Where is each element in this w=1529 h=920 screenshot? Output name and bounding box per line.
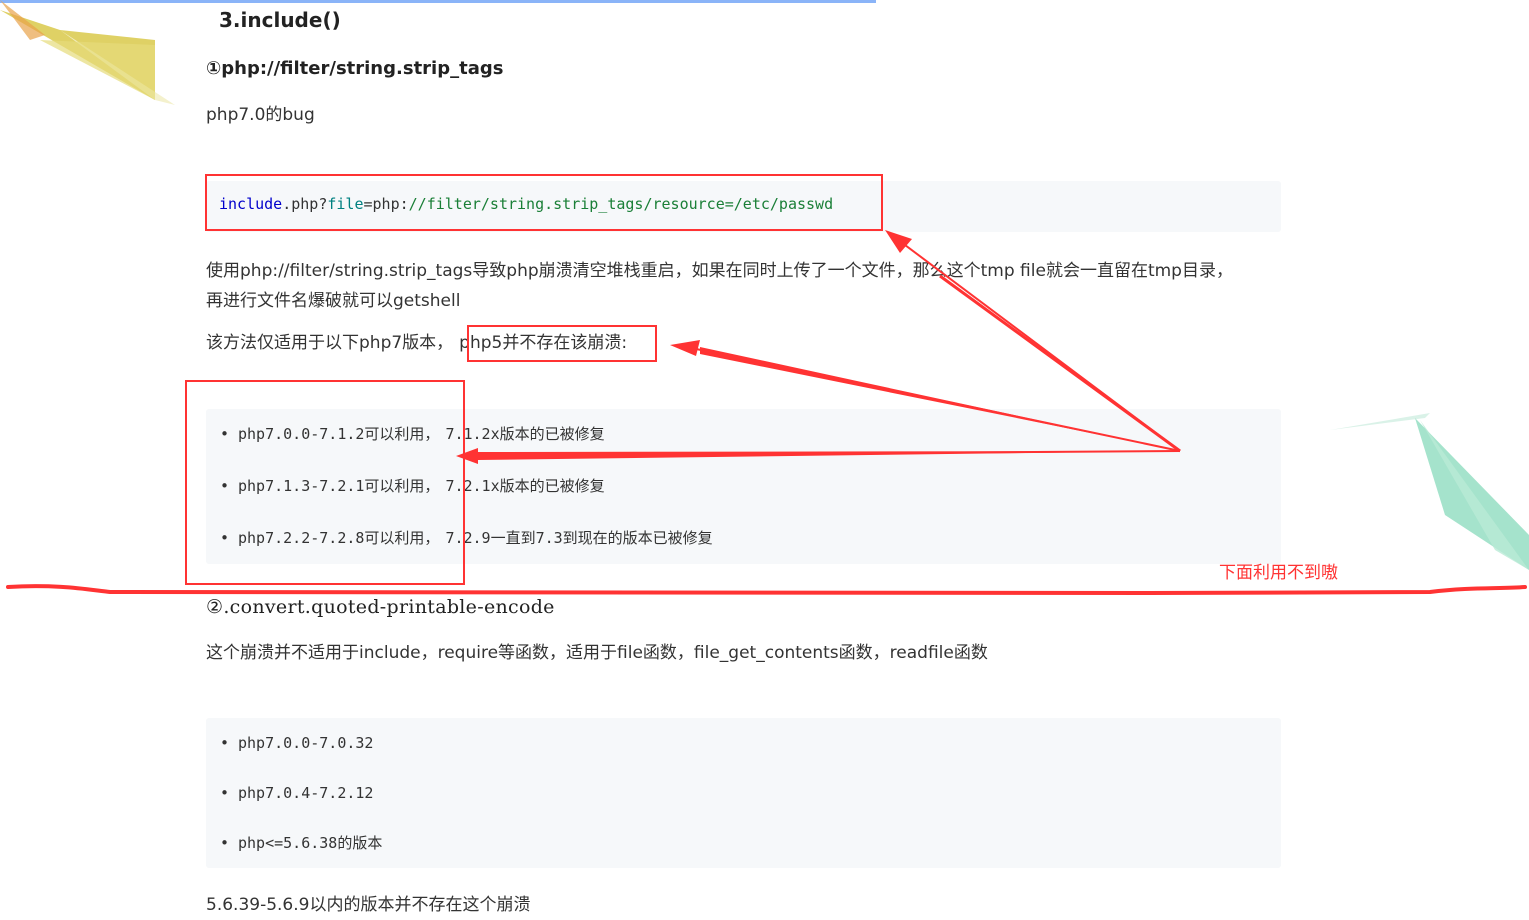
method2-desc: 这个崩溃并不适用于include，require等函数，适用于file函数，fi… (206, 643, 988, 663)
annotation-box-code (205, 174, 883, 231)
annotation-text: 下面利用不到嗷 (1219, 563, 1338, 583)
version-text: php7.0.4-7.2.12 (238, 784, 374, 802)
annotation-divider-line (6, 584, 1527, 596)
annotation-box-php5 (467, 325, 657, 362)
version-text: php7.0.0-7.0.32 (238, 734, 374, 752)
method1-heading: ①php://filter/string.strip_tags (206, 58, 504, 79)
decorative-yellow-shape (0, 0, 175, 105)
method2-footer: 5.6.39-5.6.9以内的版本并不存在这个崩溃 (206, 895, 531, 915)
annotation-box-versions (185, 380, 465, 585)
list-item: php7.0.4-7.2.12 (220, 780, 382, 830)
version-fix: 7.2.1x版本的已被修复 (445, 477, 605, 495)
annotation-arrowhead (670, 340, 700, 356)
decorative-green-shape (1330, 413, 1529, 570)
method1-desc-line2: 再进行文件名爆破就可以getshell (206, 291, 461, 311)
version-list-2: php7.0.0-7.0.32 php7.0.4-7.2.12 php<=5.6… (206, 718, 1281, 868)
method2-heading: ②.convert.quoted-printable-encode (206, 596, 555, 618)
annotation-arrowhead (885, 230, 912, 253)
version-fix: 7.1.2x版本的已被修复 (445, 425, 605, 443)
list-item: php<=5.6.38的版本 (220, 830, 382, 880)
version-text: php<=5.6.38的版本 (238, 834, 383, 852)
applies-prefix: 该方法仅适用于以下php7版本， (206, 333, 454, 353)
method1-desc-line1: 使用php://filter/string.strip_tags导致php崩溃清… (206, 261, 1233, 281)
method1-note: php7.0的bug (206, 105, 315, 125)
section-title: 3.include() (219, 8, 341, 32)
list-item: php7.0.0-7.0.32 (220, 730, 382, 780)
top-progress-bar (0, 0, 876, 3)
version-fix: 7.2.9一直到7.3到现在的版本已被修复 (445, 529, 713, 547)
